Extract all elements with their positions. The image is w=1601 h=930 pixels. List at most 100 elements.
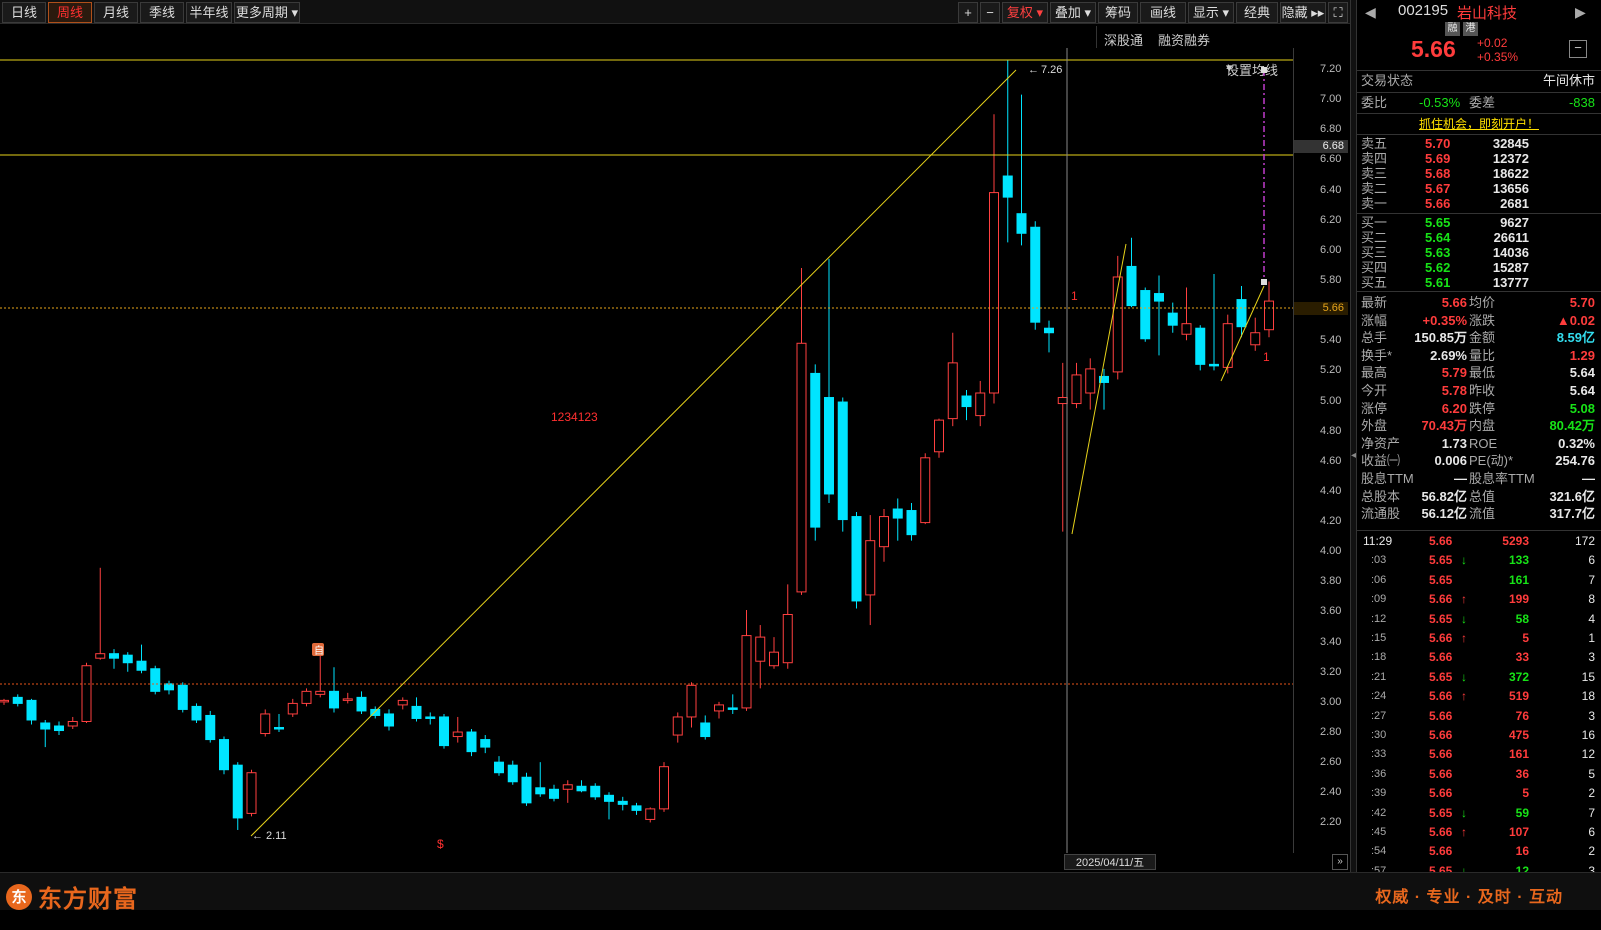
candle-up[interactable] <box>645 808 656 820</box>
candle-up[interactable] <box>1057 397 1068 405</box>
bid-row[interactable]: 买五 5.61 13777 <box>1361 275 1597 290</box>
ask-row[interactable]: 卖三 5.68 18622 <box>1361 166 1597 181</box>
candle-up[interactable] <box>342 698 353 701</box>
candle-down[interactable] <box>1044 327 1054 334</box>
open-account-link[interactable]: 抓住机会，即刻开户！ <box>1357 115 1601 132</box>
bid-row[interactable]: 买三 5.63 14036 <box>1361 245 1597 260</box>
candle-down[interactable] <box>961 395 972 408</box>
bid-row[interactable]: 买二 5.64 26611 <box>1361 230 1597 245</box>
classic-button[interactable]: 经典 <box>1236 2 1278 23</box>
candle-down[interactable] <box>274 727 284 730</box>
candle-down[interactable] <box>12 696 23 704</box>
candle-down[interactable] <box>439 716 449 747</box>
candle-down[interactable] <box>480 739 491 748</box>
overlay-dropdown[interactable]: 叠加 ▾ <box>1050 2 1096 23</box>
ask-row[interactable]: 卖一 5.66 2681 <box>1361 196 1597 211</box>
candle-down[interactable] <box>590 785 601 798</box>
collapse-icon[interactable]: − <box>1569 40 1587 58</box>
measure-handle-top[interactable] <box>1261 67 1267 73</box>
candle-up[interactable] <box>260 713 271 735</box>
candle-down[interactable] <box>1016 213 1027 234</box>
splitter-arrow-icon[interactable]: ◂ <box>1351 450 1356 461</box>
candle-down[interactable] <box>535 787 546 795</box>
candle-up[interactable] <box>714 704 724 712</box>
candle-up[interactable] <box>1112 276 1123 373</box>
candle-up[interactable] <box>975 392 986 417</box>
candle-down[interactable] <box>494 761 504 774</box>
candle-down[interactable] <box>177 684 188 710</box>
panel-splitter[interactable]: ◂ <box>1350 0 1357 872</box>
candle-down[interactable] <box>549 788 559 799</box>
candle-down[interactable] <box>507 764 518 783</box>
candle-up[interactable] <box>769 651 779 667</box>
candle-down[interactable] <box>232 764 243 819</box>
candle-down[interactable] <box>810 372 821 528</box>
candle-up[interactable] <box>287 702 298 715</box>
candle-down[interactable] <box>824 397 834 495</box>
candle-up[interactable] <box>81 665 92 722</box>
fullscreen-icon[interactable]: ⛶ <box>1328 2 1348 23</box>
shgt-link[interactable]: 深股通 <box>1104 30 1143 49</box>
bid-row[interactable]: 买四 5.62 15287 <box>1361 260 1597 275</box>
candle-up[interactable] <box>246 772 257 814</box>
zoom-out-button[interactable]: − <box>980 2 1000 23</box>
candle-down[interactable] <box>906 510 917 536</box>
candle-up[interactable] <box>672 716 683 736</box>
candle-up[interactable] <box>920 457 931 524</box>
candle-up[interactable] <box>1181 323 1192 335</box>
candle-up[interactable] <box>315 690 326 695</box>
candle-down[interactable] <box>700 722 711 738</box>
candle-down[interactable] <box>1154 293 1164 302</box>
draw-line-button[interactable]: 画线 <box>1140 2 1186 23</box>
measure-handle-bottom[interactable] <box>1261 279 1267 285</box>
candle-down[interactable] <box>892 508 903 519</box>
candle-down[interactable] <box>521 776 532 804</box>
candle-down[interactable] <box>1236 299 1247 328</box>
candle-up[interactable] <box>1085 368 1096 394</box>
candle-down[interactable] <box>164 683 174 691</box>
candle-up[interactable] <box>947 362 958 420</box>
bid-row[interactable]: 买一 5.65 9627 <box>1361 215 1597 230</box>
candle-up[interactable] <box>796 342 807 593</box>
candle-up[interactable] <box>0 699 9 703</box>
scroll-right-icon[interactable]: » <box>1332 854 1348 870</box>
more-periods-dropdown[interactable]: 更多周期 ▾ <box>234 2 300 23</box>
candle-down[interactable] <box>411 705 422 719</box>
ask-row[interactable]: 卖四 5.69 12372 <box>1361 151 1597 166</box>
candle-down[interactable] <box>356 696 367 712</box>
display-dropdown[interactable]: 显示 ▾ <box>1188 2 1234 23</box>
candle-up[interactable] <box>782 614 793 664</box>
candle-down[interactable] <box>384 713 394 727</box>
candle-down[interactable] <box>1195 327 1206 365</box>
candle-up[interactable] <box>1071 374 1082 405</box>
candle-up[interactable] <box>686 684 697 718</box>
period-daily-button[interactable]: 日线 <box>2 2 46 23</box>
period-halfyear-button[interactable]: 半年线 <box>186 2 232 23</box>
candle-up[interactable] <box>755 636 766 662</box>
ask-row[interactable]: 卖二 5.67 13656 <box>1361 181 1597 196</box>
candle-down[interactable] <box>425 716 436 719</box>
candle-down[interactable] <box>136 660 147 671</box>
period-monthly-button[interactable]: 月线 <box>94 2 138 23</box>
period-quarterly-button[interactable]: 季线 <box>140 2 184 23</box>
candle-down[interactable] <box>576 785 587 792</box>
margin-trading-link[interactable]: 融资融券 <box>1158 30 1210 49</box>
candle-down[interactable] <box>617 800 628 805</box>
candle-down[interactable] <box>109 653 119 659</box>
kline-chart[interactable]: ← 7.26 ← 2.11 1234123 1 1 $ 自 <box>0 48 1293 853</box>
candle-down[interactable] <box>631 805 642 811</box>
candle-down[interactable] <box>205 714 216 741</box>
candle-down[interactable] <box>1140 290 1151 340</box>
candle-down[interactable] <box>329 690 339 709</box>
candle-down[interactable] <box>1167 312 1178 326</box>
candle-up[interactable] <box>934 419 944 453</box>
candle-down[interactable] <box>1126 265 1137 307</box>
candle-down[interactable] <box>54 725 64 732</box>
candle-up[interactable] <box>562 784 573 790</box>
fuquan-dropdown[interactable]: 复权 ▾ <box>1002 2 1048 23</box>
candle-down[interactable] <box>851 516 862 602</box>
candle-up[interactable] <box>659 766 669 810</box>
candle-up[interactable] <box>1264 300 1274 331</box>
candle-up[interactable] <box>452 731 463 738</box>
next-stock-icon[interactable]: ▶ <box>1575 4 1586 21</box>
